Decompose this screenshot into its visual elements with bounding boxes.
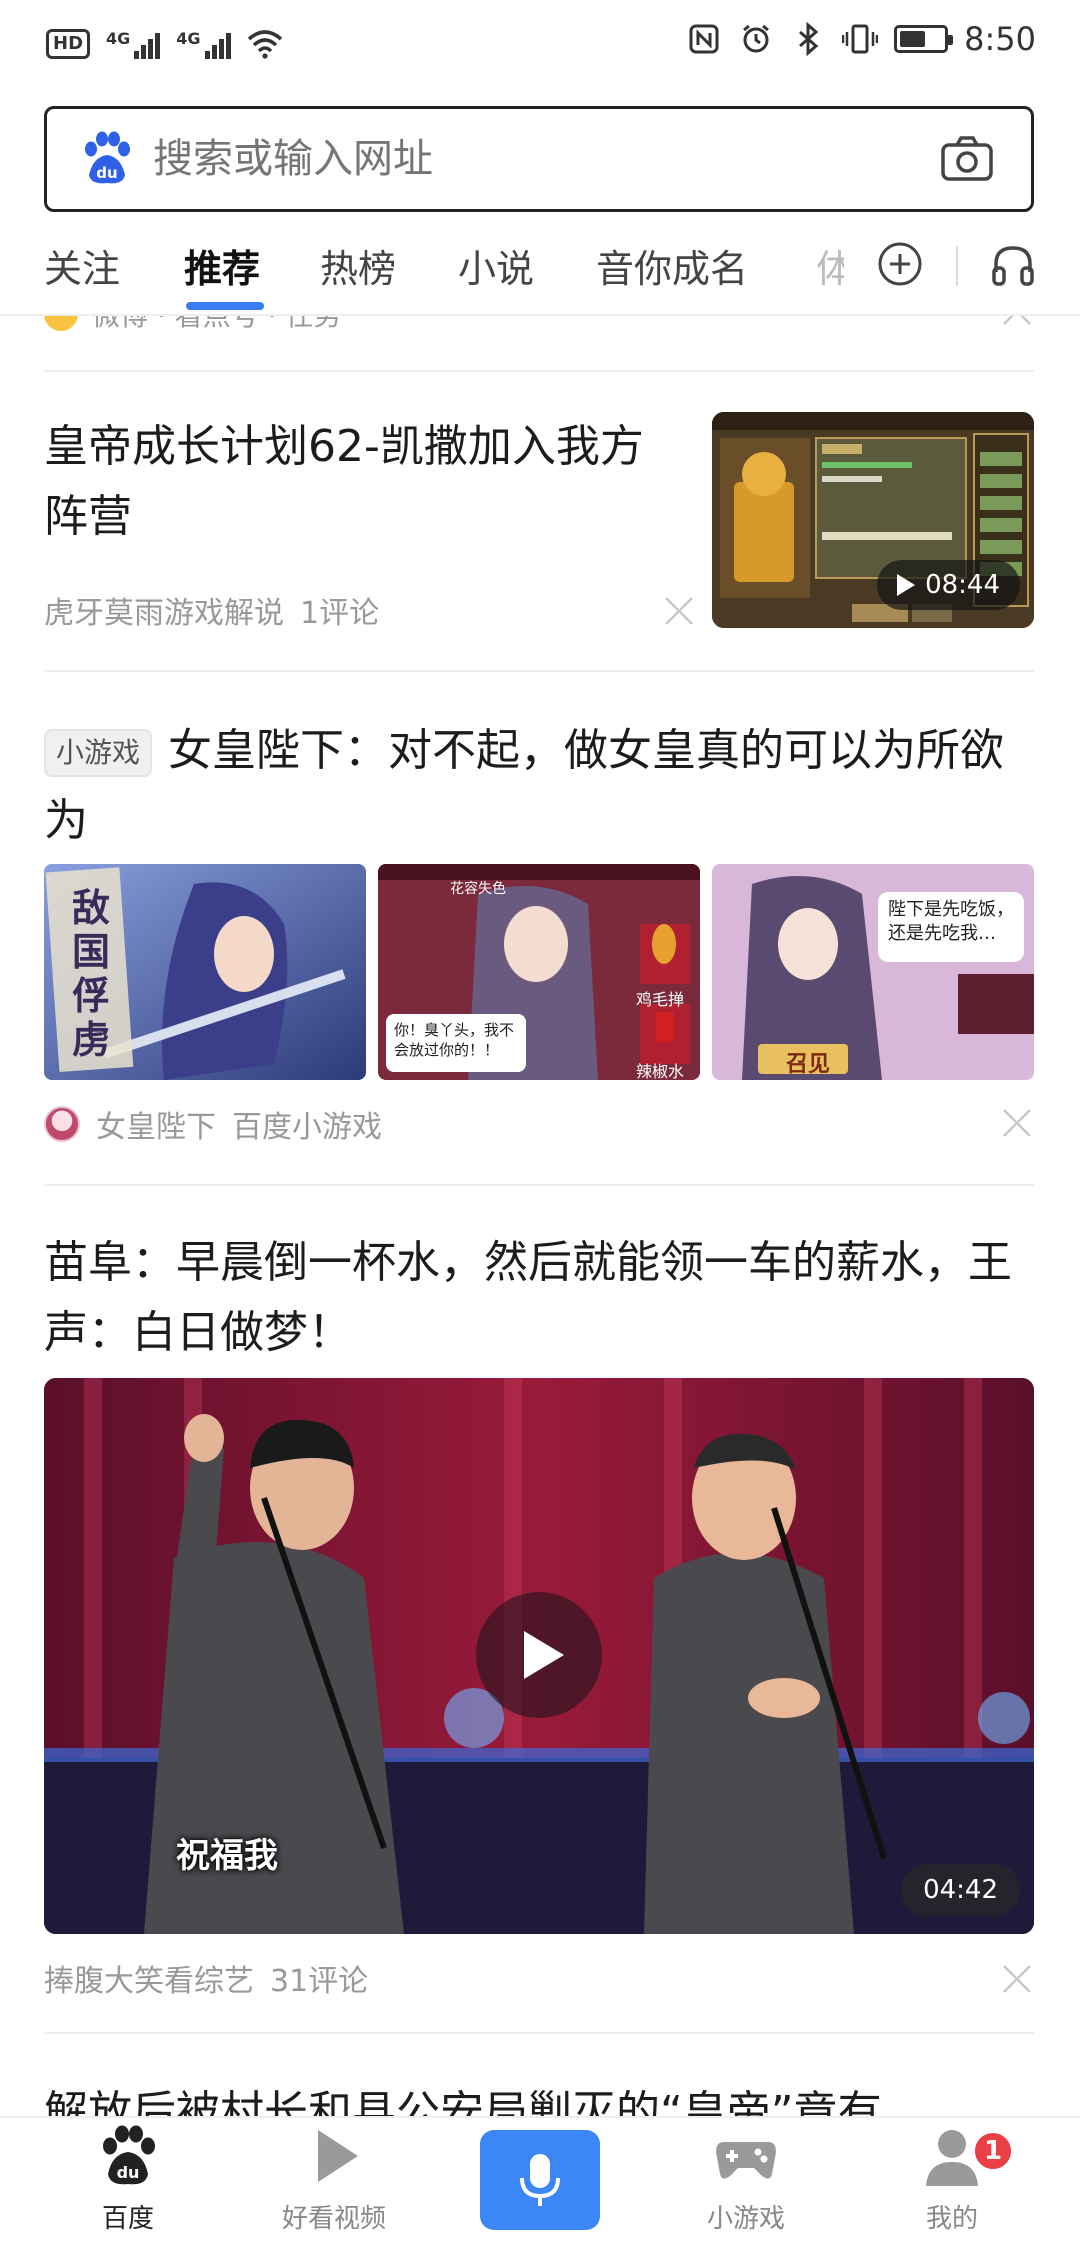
active-tab-indicator bbox=[186, 302, 264, 310]
svg-text:du: du bbox=[96, 164, 117, 182]
nav-label: 好看视频 bbox=[281, 2204, 386, 2234]
tab-singer-contest[interactable]: 音你成名 bbox=[596, 238, 748, 293]
close-icon[interactable] bbox=[1000, 1106, 1034, 1140]
article-title[interactable]: 小游戏 女皇陛下：对不起，做女皇真的可以为所欲为 bbox=[44, 716, 1034, 856]
svg-text:du: du bbox=[117, 2163, 140, 2182]
alarm-icon bbox=[738, 21, 774, 57]
baidu-paw-icon: du bbox=[103, 2125, 155, 2185]
divider bbox=[44, 2032, 1034, 2034]
article-title-text: 女皇陛下：对不起，做女皇真的可以为所欲为 bbox=[44, 725, 1005, 846]
plus-circle-icon[interactable] bbox=[876, 240, 924, 288]
speech-bubble: 你！臭丫头，我不会放过你的！！ bbox=[386, 1014, 526, 1072]
close-icon[interactable] bbox=[1000, 316, 1034, 328]
video-player[interactable]: 祝福我 04:42 bbox=[44, 1378, 1034, 1934]
search-input[interactable] bbox=[153, 136, 937, 182]
comment-count[interactable]: 1评论 bbox=[300, 588, 379, 632]
game-image-1[interactable]: 敌国俘虏 bbox=[44, 864, 366, 1080]
game-image-caption: 敌国俘虏 bbox=[72, 885, 111, 1062]
hd-indicator: HD bbox=[46, 29, 91, 59]
search-bar[interactable]: du bbox=[44, 106, 1034, 212]
nav-label: 我的 bbox=[925, 2204, 978, 2234]
nfc-icon bbox=[686, 21, 722, 57]
gamepad-icon bbox=[716, 2142, 776, 2179]
video-subtitle: 祝福我 bbox=[176, 1836, 278, 1876]
video-duration-badge: 08:44 bbox=[877, 560, 1020, 610]
source-label[interactable]: 虎牙莫雨游戏解说 bbox=[44, 588, 284, 632]
play-button[interactable] bbox=[476, 1592, 602, 1718]
speech-bubble: 陛下是先吃饭，还是先吃我… bbox=[878, 892, 1024, 962]
article-title-partial[interactable]: 解放后被村长和县公安局剿灭的“皇帝”竟有 bbox=[44, 2076, 882, 2116]
bluetooth-icon bbox=[790, 21, 826, 57]
duration-text: 08:44 bbox=[925, 570, 1000, 600]
nav-me[interactable]: 我的 1 bbox=[872, 2124, 1032, 2235]
headphones-icon[interactable] bbox=[988, 240, 1038, 290]
tab-hot-list[interactable]: 热榜 bbox=[320, 238, 396, 293]
tab-recommend[interactable]: 推荐 bbox=[184, 238, 260, 293]
battery-icon bbox=[894, 25, 954, 53]
nav-label: 百度 bbox=[101, 2204, 154, 2234]
voice-search-button[interactable] bbox=[480, 2130, 600, 2230]
play-icon bbox=[897, 574, 916, 596]
source-label[interactable]: 捧腹大笑看综艺 bbox=[44, 1956, 254, 2000]
close-icon[interactable] bbox=[1000, 1962, 1034, 1996]
tab-divider bbox=[956, 246, 958, 286]
nav-label: 小游戏 bbox=[706, 2204, 785, 2234]
tab-follow[interactable]: 关注 bbox=[44, 238, 120, 293]
vibrate-icon bbox=[842, 21, 879, 57]
status-right: 8:50 bbox=[686, 20, 1036, 58]
avatar bbox=[44, 316, 78, 331]
microphone-icon bbox=[520, 2154, 560, 2206]
game-image-3[interactable]: 陛下是先吃饭，还是先吃我… 召见 bbox=[712, 864, 1034, 1080]
avatar bbox=[44, 1106, 80, 1142]
game-label: 花容失色 bbox=[450, 881, 506, 897]
tab-more-partial[interactable]: 体 bbox=[816, 238, 844, 293]
status-bar: HD 4G 4G 8:50 bbox=[0, 0, 1080, 90]
wifi-icon bbox=[247, 26, 283, 62]
mini-game-tag: 小游戏 bbox=[44, 729, 153, 777]
notification-badge: 1 bbox=[972, 2130, 1014, 2172]
article-title[interactable]: 苗阜：早晨倒一杯水，然后就能领一车的薪水，王声：白日做梦！ bbox=[44, 1228, 1034, 1368]
play-icon bbox=[524, 1631, 564, 1679]
source-label[interactable]: 女皇陛下 bbox=[96, 1102, 216, 1146]
game-label: 辣椒水 bbox=[636, 1062, 685, 1080]
card-meta: 捧腹大笑看综艺 31评论 bbox=[44, 1956, 368, 2000]
network-type-label: 4G bbox=[176, 29, 201, 48]
clock: 8:50 bbox=[964, 20, 1036, 58]
card-meta: 虎牙莫雨游戏解说 1评论 bbox=[44, 588, 379, 632]
baidu-paw-icon: du bbox=[85, 131, 130, 184]
video-thumbnail[interactable]: 08:44 bbox=[712, 412, 1034, 628]
game-image-2[interactable]: 花容失色 鸡毛掸 辣椒水 你！臭丫头，我不会放过你的！！ bbox=[378, 864, 700, 1080]
play-icon bbox=[318, 2130, 358, 2182]
summon-button-label: 召见 bbox=[786, 1052, 831, 1077]
divider bbox=[44, 370, 1034, 372]
game-label: 鸡毛掸 bbox=[636, 990, 685, 1009]
article-title[interactable]: 皇帝成长计划62-凯撒加入我方阵营 bbox=[44, 412, 684, 552]
video-duration-badge: 04:42 bbox=[901, 1864, 1020, 1916]
channel-tabs: 关注 推荐 热榜 小说 音你成名 体 bbox=[0, 232, 1080, 316]
news-feed: 微博 · 看点号 · 任务 皇帝成长计划62-凯撒加入我方阵营 bbox=[0, 316, 1080, 2116]
partial-card-meta: 微博 · 看点号 · 任务 bbox=[44, 316, 341, 334]
signal-icon: 4G bbox=[176, 29, 231, 59]
divider bbox=[44, 1184, 1034, 1186]
card-meta: 女皇陛下 百度小游戏 bbox=[44, 1102, 382, 1146]
source-label: 微博 · 看点号 · 任务 bbox=[92, 316, 341, 334]
signal-icon: 4G bbox=[106, 29, 161, 59]
close-icon[interactable] bbox=[662, 594, 696, 628]
nav-baidu[interactable]: du 百度 bbox=[48, 2124, 208, 2235]
status-left: HD 4G 4G bbox=[46, 26, 283, 62]
divider bbox=[44, 670, 1034, 672]
tab-novel[interactable]: 小说 bbox=[458, 238, 534, 293]
baidu-app-screen: HD 4G 4G 8:50 du 搜索或输入网址 关注 推荐 热榜 小说 音你成… bbox=[0, 0, 1080, 2244]
nav-mini-games[interactable]: 小游戏 bbox=[666, 2124, 826, 2235]
bottom-navigation: du 百度 好看视频 小游戏 我的 1 bbox=[0, 2116, 1080, 2244]
network-type-label: 4G bbox=[106, 29, 131, 48]
platform-label: 百度小游戏 bbox=[232, 1110, 382, 1145]
camera-icon[interactable] bbox=[937, 129, 997, 189]
comment-count[interactable]: 31评论 bbox=[270, 1956, 368, 2000]
nav-haokan-video[interactable]: 好看视频 bbox=[254, 2124, 414, 2235]
